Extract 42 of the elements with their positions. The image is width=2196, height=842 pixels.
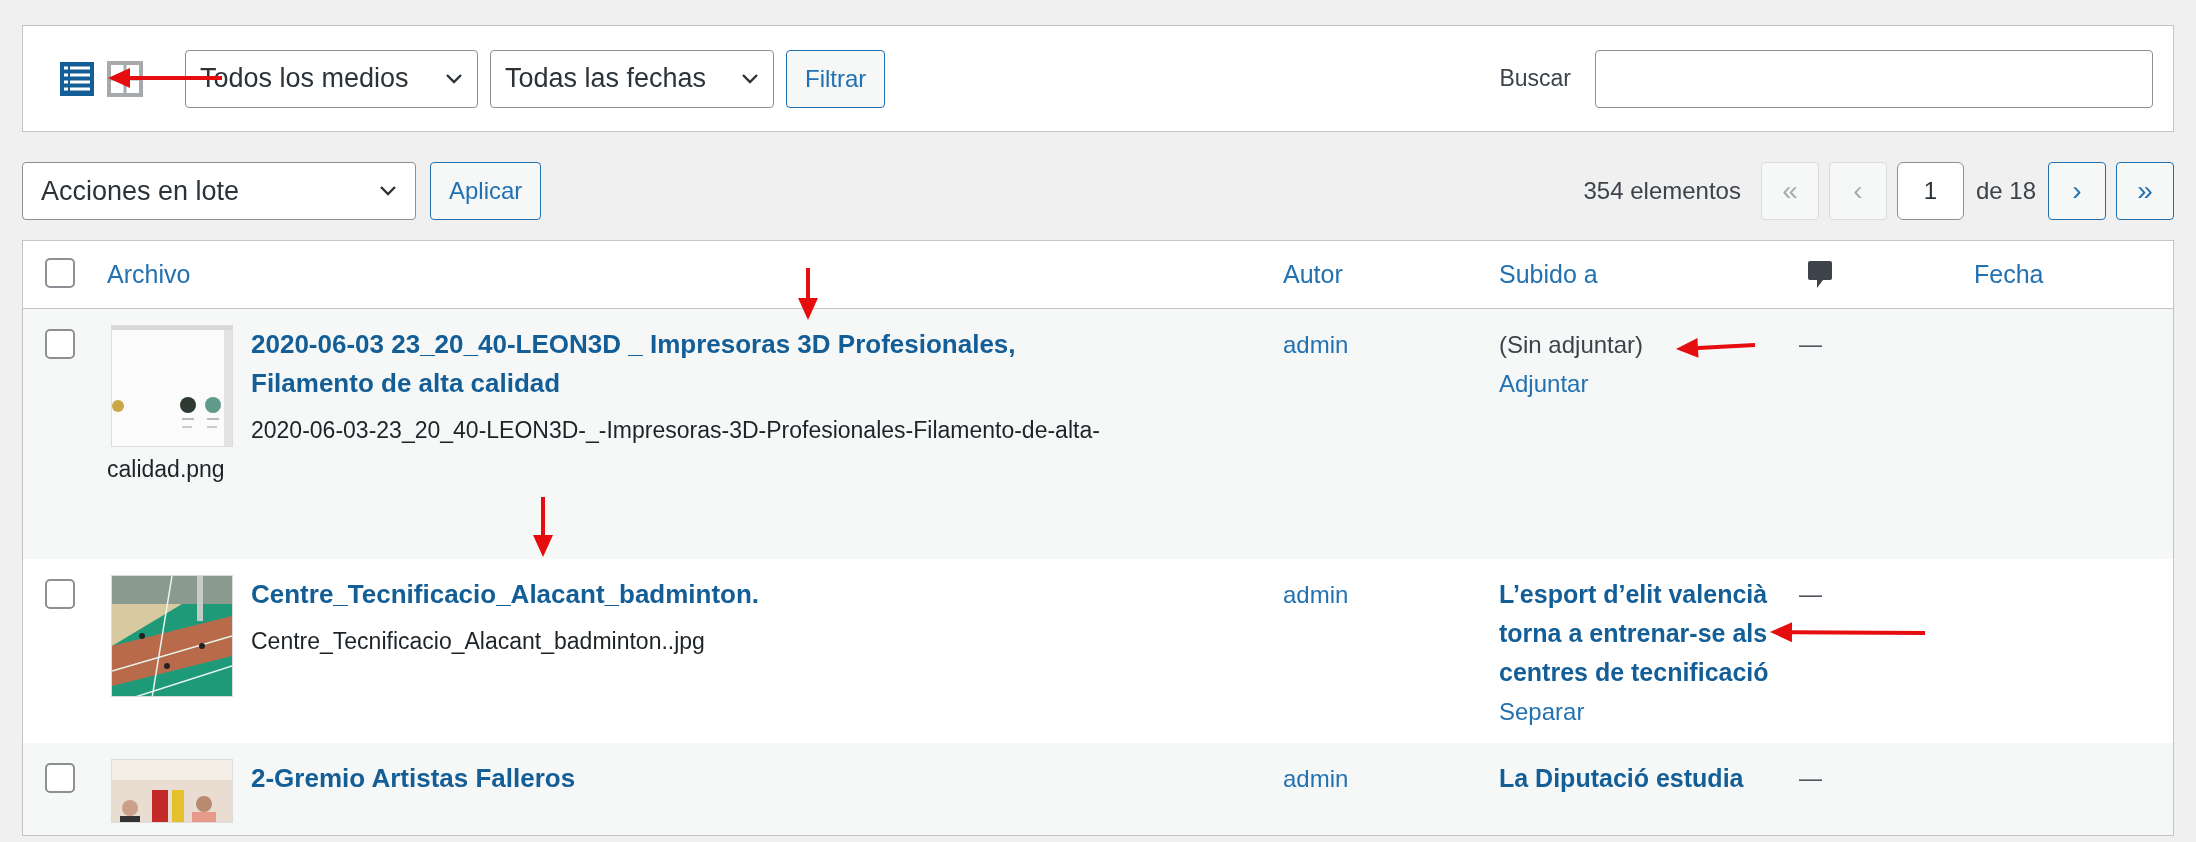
checkbox[interactable]: [45, 329, 75, 359]
file-name: 2020-06-03-23_20_40-LEON3D-_-Impresoras-3D-Profesionales-Filamento-de-alta-calidad.png: [107, 417, 1100, 482]
apply-button[interactable]: Aplicar: [430, 162, 542, 220]
column-header[interactable]: Fecha: [1974, 255, 2044, 294]
item-count: 354 elementos: [1583, 176, 1741, 206]
file-name: Centre_Tecnificacio_Alacant_badminton..jpg: [251, 628, 705, 654]
date-select[interactable]: Todas las fechas: [490, 49, 774, 108]
comment-count: —: [1799, 581, 1822, 607]
detach-link[interactable]: Separar: [1499, 692, 1585, 731]
grid-view-icon[interactable]: [107, 60, 143, 97]
author-link[interactable]: admin: [1283, 765, 1349, 792]
media-type-select[interactable]: Todos los medios: [185, 49, 478, 108]
chevron-down-icon: [379, 185, 397, 197]
media-title-link[interactable]: 2020-06-03 23_20_40-LEON3D _ Impresoras 3D Profesionales, Filamento de alta calidad: [107, 325, 1107, 403]
filter-button[interactable]: Filtrar: [786, 49, 886, 108]
checkbox[interactable]: [45, 579, 75, 609]
page-button[interactable]: »: [2116, 162, 2174, 220]
page-total: de 18: [1975, 176, 2036, 206]
page-button[interactable]: ›: [2048, 162, 2106, 220]
comment-icon: [1807, 259, 1833, 290]
column-header[interactable]: Archivo: [107, 255, 191, 294]
chevron-down-icon: [445, 72, 463, 85]
unattached-label: (Sin adjuntar): [1499, 330, 1644, 360]
parent-post-link[interactable]: La Diputació estudia: [1499, 759, 1744, 798]
bulk-actions-select[interactable]: Acciones en lote: [22, 162, 416, 220]
media-title-link[interactable]: Centre_Tecnificacio_Alacant_badminton.: [107, 575, 1107, 614]
media-title-link[interactable]: 2-Gremio Artistas Falleros: [107, 759, 1107, 798]
page-number-field[interactable]: 1: [1896, 162, 1964, 220]
author-link[interactable]: admin: [1283, 331, 1349, 358]
column-header[interactable]: Autor: [1283, 255, 1343, 294]
comment-count: —: [1799, 331, 1822, 357]
search-field[interactable]: [1595, 49, 2153, 108]
list-view-icon[interactable]: [59, 60, 95, 97]
chevron-down-icon: [741, 72, 759, 85]
author-link[interactable]: admin: [1283, 581, 1349, 608]
parent-post-link[interactable]: L’esport d’elit valencià torna a entrenar-se als centres de tecnificació: [1499, 575, 1784, 692]
checkbox[interactable]: [45, 258, 75, 288]
comment-count: —: [1799, 765, 1822, 791]
attach-link[interactable]: Adjuntar: [1499, 364, 1589, 403]
checkbox[interactable]: [45, 763, 75, 793]
search-label: Buscar: [1499, 64, 1571, 94]
column-header[interactable]: Subido a: [1499, 255, 1598, 294]
